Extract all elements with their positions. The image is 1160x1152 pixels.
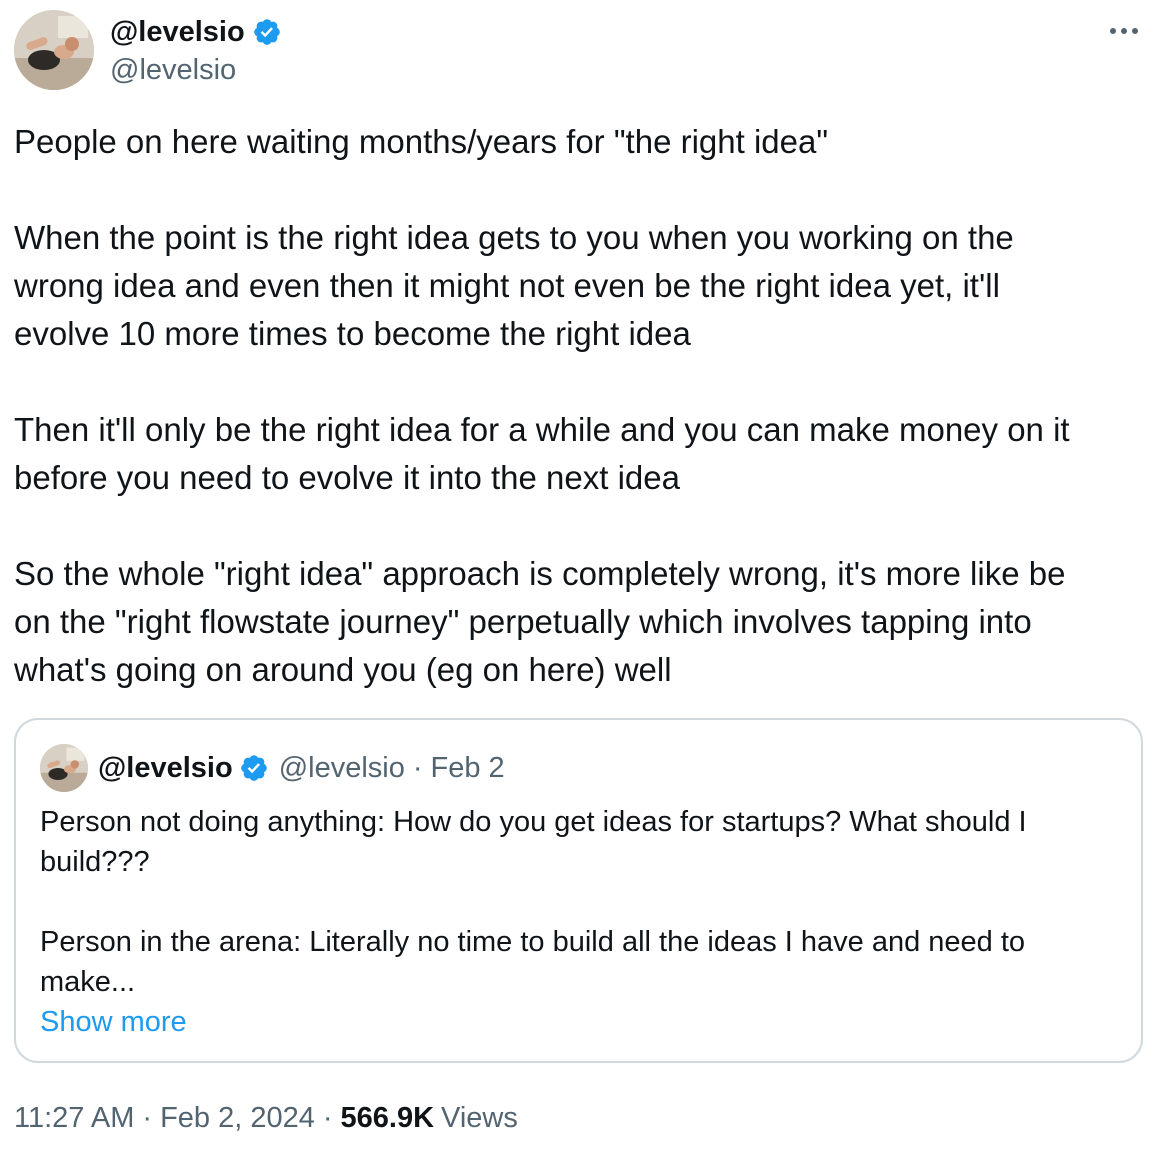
more-horizontal-icon <box>1110 28 1138 34</box>
tweet-paragraph: When the point is the right idea gets to… <box>14 219 1014 352</box>
separator-dot: · <box>322 1102 333 1134</box>
separator-dot: · <box>412 751 423 784</box>
views-count: 566.9K <box>340 1102 435 1134</box>
separator-dot: · <box>142 1102 153 1134</box>
quoted-display-name: @levelsio <box>98 751 233 784</box>
tweet: @levelsio @levelsio People on here waiti… <box>0 0 1160 1152</box>
tweet-text: People on here waiting months/years for … <box>14 118 1144 694</box>
tweet-paragraph: Then it'll only be the right idea for a … <box>14 411 1070 496</box>
author-name-row: @levelsio <box>110 14 282 50</box>
quoted-handle: @levelsio <box>278 751 405 784</box>
avatar[interactable] <box>14 10 94 90</box>
tweet-date[interactable]: Feb 2, 2024 <box>160 1098 315 1138</box>
author-display-name[interactable]: @levelsio <box>110 14 245 50</box>
verified-badge-icon <box>252 17 282 47</box>
quoted-text: Person not doing anything: How do you ge… <box>40 802 1115 1002</box>
tweet-paragraph: People on here waiting months/years for … <box>14 123 829 160</box>
quoted-date: Feb 2 <box>430 751 505 784</box>
tweet-meta: 11:27 AM · Feb 2, 2024 · 566.9K Views <box>14 1098 518 1138</box>
tweet-paragraph: So the whole "right idea" approach is co… <box>14 555 1066 688</box>
quoted-avatar <box>40 744 88 792</box>
verified-badge-icon <box>239 753 269 783</box>
author-handle[interactable]: @levelsio <box>110 52 236 88</box>
tweet-time[interactable]: 11:27 AM <box>14 1098 134 1138</box>
quoted-tweet-card[interactable]: @levelsio @levelsio · Feb 2 Person not d… <box>14 718 1143 1063</box>
quoted-header: @levelsio @levelsio · Feb 2 <box>98 748 505 788</box>
more-options-button[interactable] <box>1106 16 1142 46</box>
show-more-link[interactable]: Show more <box>40 1002 187 1042</box>
views-label: Views <box>441 1102 518 1134</box>
quoted-paragraph: Person in the arena: Literally no time t… <box>40 926 1026 998</box>
quoted-paragraph: Person not doing anything: How do you ge… <box>40 806 1027 878</box>
